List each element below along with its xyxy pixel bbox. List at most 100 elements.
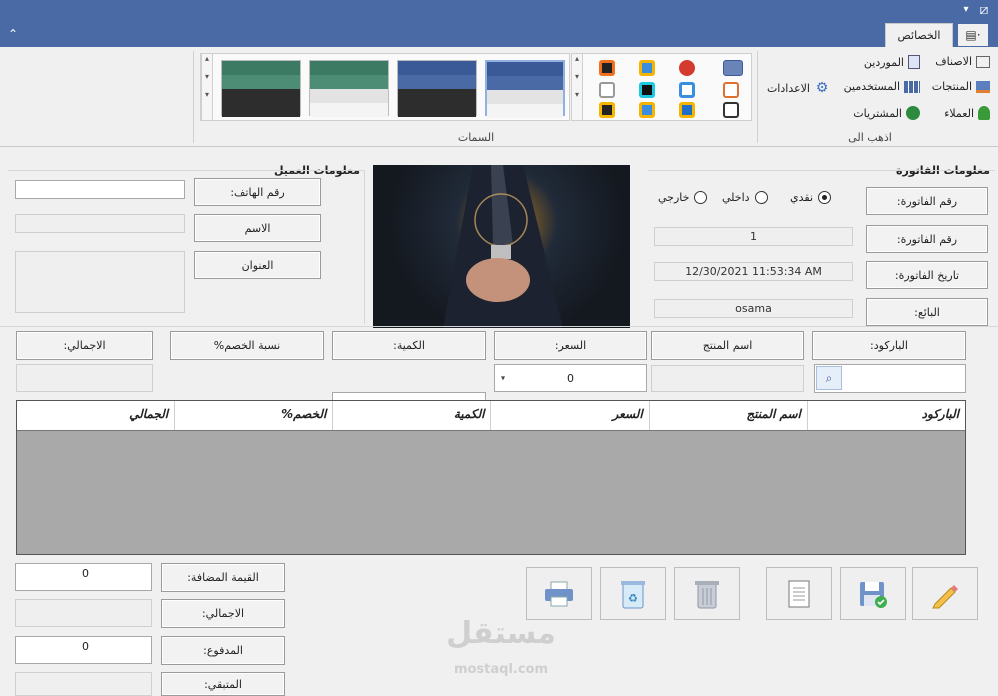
style-icon-2[interactable] — [679, 60, 695, 76]
item-total-field[interactable] — [16, 364, 153, 392]
pencil-icon — [932, 584, 958, 608]
column-header-barcode[interactable]: الباركود — [806, 401, 965, 430]
column-header-discount[interactable]: الخصم% — [174, 401, 332, 430]
product-image — [373, 165, 630, 328]
title-bar: ⧄ ▾ — [0, 0, 998, 22]
save-button[interactable] — [840, 567, 906, 620]
themes-group: ▴ ▾ ▾ ▴ ▾ ▾ السمات — [196, 47, 756, 147]
radio-internal[interactable] — [754, 191, 768, 204]
payment-cash-radio[interactable]: نقدي — [790, 191, 832, 204]
phone-input[interactable] — [15, 180, 185, 199]
icon-style-gallery: ▴ ▾ ▾ — [571, 53, 752, 121]
style-icon-3[interactable] — [639, 60, 655, 76]
radio-external-label: خارجي — [658, 191, 690, 204]
svg-text:♻: ♻ — [628, 592, 638, 605]
invoice-no-label: رقم الفاتورة: — [866, 187, 988, 215]
categories-icon — [976, 55, 990, 68]
vat-field[interactable]: 0 — [15, 563, 152, 591]
watermark-url: mostaql.com — [453, 662, 549, 677]
style-icon-5[interactable] — [723, 82, 739, 98]
recycle-bin-icon: ♻ — [621, 580, 645, 608]
radio-cash[interactable] — [818, 191, 832, 204]
grand-total-field[interactable] — [15, 599, 152, 627]
remaining-label: المتبقي: — [161, 672, 285, 696]
collapse-ribbon-icon[interactable]: ⌃ — [4, 24, 22, 44]
column-header-quantity[interactable]: الكمية — [332, 401, 490, 430]
nav-settings[interactable]: ⚙ الاعدادات — [767, 80, 830, 96]
theme-blue-dark[interactable] — [397, 60, 477, 117]
column-header-product-name[interactable]: اسم المنتج — [648, 401, 807, 430]
style-icon-9[interactable] — [723, 102, 739, 118]
remaining-field[interactable] — [15, 672, 152, 696]
column-header-total[interactable]: الجمالي — [17, 401, 174, 430]
print-button[interactable] — [526, 567, 592, 620]
ribbon: الاصناف الموردين المنتجات المستخدمين ⚙ ا… — [0, 47, 998, 147]
nav-categories[interactable]: الاصناف — [935, 55, 990, 68]
quick-access-dropdown-icon[interactable]: ▾ — [958, 0, 974, 20]
file-menu-icon[interactable]: ▤· — [958, 24, 988, 46]
nav-users[interactable]: المستخدمين — [844, 80, 920, 93]
phone-label: رقم الهاتف: — [194, 178, 321, 206]
invoice-no2-label: رقم الفاتورة: — [866, 225, 988, 253]
new-invoice-button[interactable] — [766, 567, 832, 620]
edit-button[interactable] — [912, 567, 978, 620]
suppliers-icon — [908, 55, 920, 69]
payment-external-radio[interactable]: خارجي — [658, 191, 708, 204]
nav-suppliers[interactable]: الموردين — [864, 55, 920, 69]
quantity-label: الكمية: — [332, 331, 486, 360]
product-name-label: اسم المنتج — [651, 331, 804, 360]
payment-internal-radio[interactable]: داخلي — [722, 191, 768, 204]
style-icon-11[interactable] — [639, 102, 655, 118]
document-icon — [788, 580, 810, 607]
name-input[interactable] — [15, 214, 185, 233]
paid-field[interactable]: 0 — [15, 636, 152, 664]
items-grid[interactable]: الباركود اسم المنتج السعر الكمية الخصم% … — [16, 400, 966, 555]
save-icon — [860, 581, 887, 608]
grand-total-label: الاجمالي: — [161, 599, 285, 628]
nav-purchases[interactable]: المشتريات — [853, 106, 920, 120]
delete-button[interactable] — [674, 567, 740, 620]
address-label: العنوان — [194, 251, 321, 279]
theme-green-dark[interactable] — [221, 60, 301, 117]
name-label: الاسم — [194, 214, 321, 242]
style-icon-12[interactable] — [599, 102, 615, 118]
nav-purchases-label: المشتريات — [853, 106, 902, 120]
tab-properties[interactable]: الخصائص — [885, 23, 953, 47]
ribbon-separator — [757, 51, 758, 143]
trash-icon — [695, 580, 719, 608]
invoice-no-field[interactable]: 1 — [654, 227, 853, 246]
lightbulb-illustration — [443, 165, 563, 328]
ribbon-separator-2 — [193, 51, 194, 143]
style-icon-6[interactable] — [679, 82, 695, 98]
style-icon-8[interactable] — [599, 82, 615, 98]
style-icon-4[interactable] — [599, 60, 615, 76]
nav-customers[interactable]: العملاء — [944, 106, 990, 120]
invoice-date-field[interactable]: 12/30/2021 11:53:34 AM — [654, 262, 853, 281]
nav-settings-label: الاعدادات — [766, 81, 810, 95]
radio-external[interactable] — [694, 191, 708, 204]
column-header-price[interactable]: السعر — [490, 401, 648, 430]
vat-value: 0 — [82, 567, 89, 580]
price-value: 0 — [567, 371, 574, 385]
style-icon-1[interactable] — [723, 60, 743, 76]
seller-field[interactable]: osama — [654, 299, 853, 318]
address-input[interactable] — [15, 251, 185, 313]
users-icon — [904, 80, 920, 93]
price-dropdown-icon[interactable]: ▾ — [501, 374, 505, 383]
theme-gallery-scroll[interactable]: ▴ ▾ ▾ — [201, 53, 213, 121]
nav-products[interactable]: المنتجات — [932, 80, 990, 93]
product-name-field[interactable] — [651, 365, 804, 392]
seller-label: البائع: — [866, 298, 988, 326]
theme-blue-light[interactable] — [485, 60, 565, 118]
price-stepper[interactable]: ▾ 0 — [494, 364, 647, 392]
themes-group-label: السمات — [457, 131, 495, 144]
divider — [0, 326, 998, 327]
icon-gallery-scroll[interactable]: ▴ ▾ ▾ — [571, 53, 583, 121]
barcode-search-button[interactable]: ⌕ — [816, 366, 842, 390]
products-icon — [976, 80, 990, 93]
theme-green-light[interactable] — [309, 60, 389, 117]
style-icon-7[interactable] — [639, 82, 655, 98]
nav-products-label: المنتجات — [931, 80, 972, 93]
style-icon-10[interactable] — [679, 102, 695, 118]
recycle-button[interactable]: ♻ — [600, 567, 666, 620]
